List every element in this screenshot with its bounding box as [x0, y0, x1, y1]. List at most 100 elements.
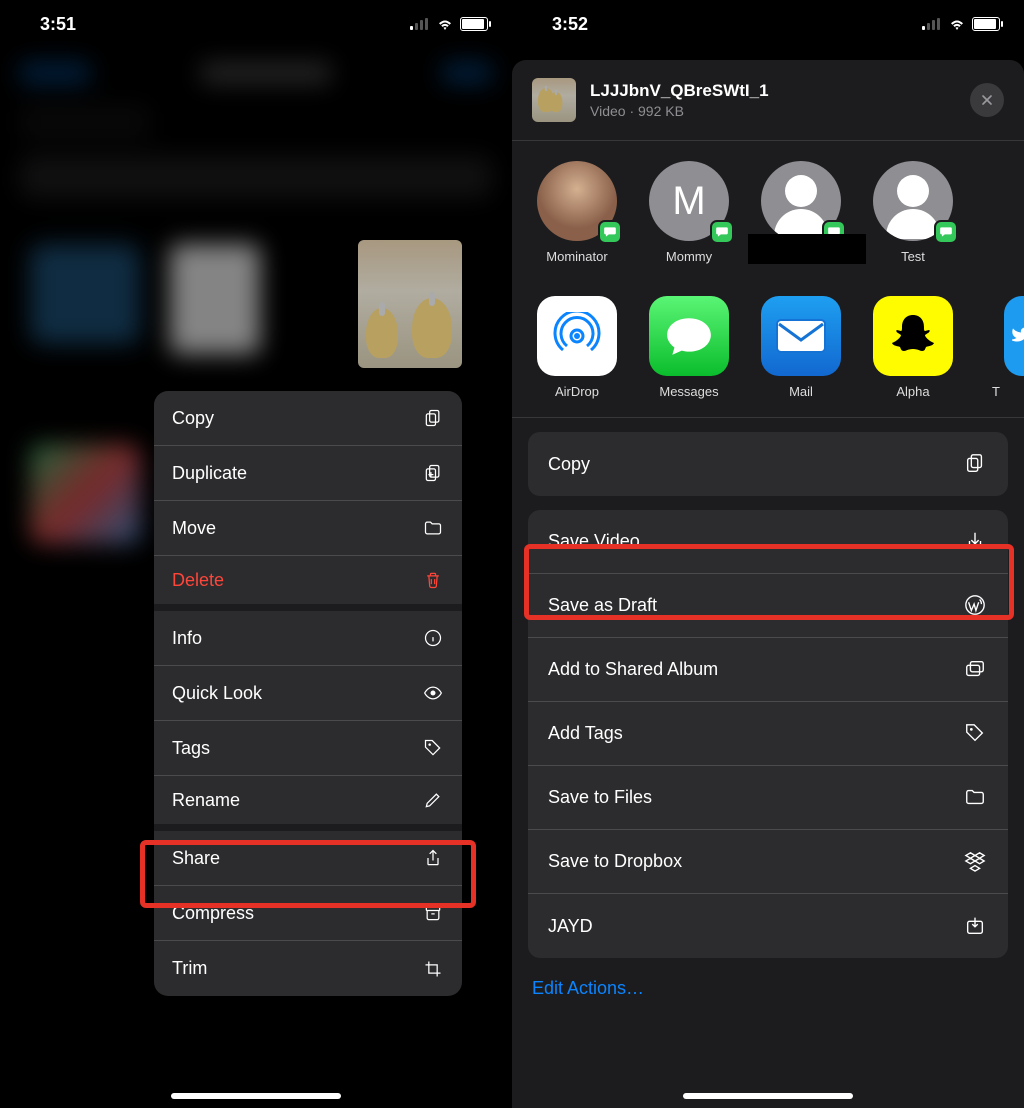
redacted-name [748, 234, 866, 264]
video-thumbnail[interactable] [358, 240, 462, 368]
menu-label: Move [172, 518, 216, 539]
folder-icon [964, 786, 988, 810]
menu-tags[interactable]: Tags [154, 721, 462, 776]
copy-icon [422, 407, 444, 429]
messages-badge-icon [598, 220, 622, 244]
action-label: Add Tags [548, 723, 623, 744]
share-person[interactable]: Mominator [534, 161, 620, 264]
file-subtitle: Video · 992 KB [590, 103, 956, 119]
crop-icon [422, 958, 444, 980]
status-indicators [410, 17, 488, 31]
app-airdrop[interactable]: AirDrop [534, 296, 620, 399]
archive-icon [422, 902, 444, 924]
action-save-dropbox[interactable]: Save to Dropbox [528, 830, 1008, 894]
home-indicator[interactable] [683, 1093, 853, 1099]
app-alpha[interactable]: Alpha [870, 296, 956, 399]
action-label: Save as Draft [548, 595, 657, 616]
menu-trim[interactable]: Trim [154, 941, 462, 996]
folder-icon [422, 517, 444, 539]
wifi-icon [436, 17, 454, 31]
menu-compress[interactable]: Compress [154, 886, 462, 941]
action-label: Save Video [548, 531, 640, 552]
snapchat-icon [873, 296, 953, 376]
home-indicator[interactable] [171, 1093, 341, 1099]
action-label: Copy [548, 454, 590, 475]
menu-duplicate[interactable]: Duplicate [154, 446, 462, 501]
twitter-icon [1004, 296, 1024, 376]
share-sheet: LJJJbnV_QBreSWtI_1 Video · 992 KB Momina… [512, 60, 1024, 1108]
tag-icon [422, 737, 444, 759]
messages-icon [649, 296, 729, 376]
edit-actions-link[interactable]: Edit Actions… [512, 972, 1024, 1005]
tag-icon [964, 722, 988, 746]
menu-label: Info [172, 628, 202, 649]
action-save-video[interactable]: Save Video [528, 510, 1008, 574]
info-icon [422, 627, 444, 649]
menu-label: Quick Look [172, 683, 262, 704]
share-person[interactable]: Test [870, 161, 956, 264]
status-bar: 3:51 [0, 0, 512, 48]
battery-icon [460, 17, 488, 31]
app-name: AirDrop [534, 384, 620, 399]
action-label: Add to Shared Album [548, 659, 718, 680]
wifi-icon [948, 17, 966, 31]
status-indicators [922, 17, 1000, 31]
battery-icon [972, 17, 1000, 31]
menu-quicklook[interactable]: Quick Look [154, 666, 462, 721]
app-name: T [982, 384, 1010, 399]
action-add-tags[interactable]: Add Tags [528, 702, 1008, 766]
share-icon [422, 847, 444, 869]
app-mail[interactable]: Mail [758, 296, 844, 399]
file-name: LJJJbnV_QBreSWtI_1 [590, 81, 956, 101]
menu-label: Share [172, 848, 220, 869]
menu-copy[interactable]: Copy [154, 391, 462, 446]
messages-badge-icon [710, 220, 734, 244]
share-person[interactable] [758, 161, 844, 264]
action-copy[interactable]: Copy [528, 432, 1008, 496]
dropbox-icon [964, 850, 988, 874]
app-twitter-partial[interactable]: T [982, 296, 1010, 399]
status-bar: 3:52 [512, 0, 1024, 48]
share-header: LJJJbnV_QBreSWtI_1 Video · 992 KB [512, 78, 1024, 141]
action-save-files[interactable]: Save to Files [528, 766, 1008, 830]
share-thumbnail [532, 78, 576, 122]
menu-delete[interactable]: Delete [154, 556, 462, 611]
close-button[interactable] [970, 83, 1004, 117]
app-messages[interactable]: Messages [646, 296, 732, 399]
actions-copy-block: Copy [528, 432, 1008, 496]
menu-label: Rename [172, 790, 240, 811]
person-name: Mominator [534, 249, 620, 264]
share-person[interactable]: M Mommy [646, 161, 732, 264]
download-icon [964, 530, 988, 554]
trash-icon [422, 569, 444, 591]
action-save-draft[interactable]: Save as Draft [528, 574, 1008, 638]
action-label: Save to Files [548, 787, 652, 808]
action-jayd[interactable]: JAYD [528, 894, 1008, 958]
app-name: Messages [646, 384, 732, 399]
menu-share[interactable]: Share [154, 831, 462, 886]
wordpress-icon [964, 594, 988, 618]
status-time: 3:52 [552, 14, 588, 35]
signal-icon [410, 18, 430, 30]
action-label: Save to Dropbox [548, 851, 682, 872]
actions-main-block: Save Video Save as Draft Add to Shared A… [528, 510, 1008, 958]
menu-label: Copy [172, 408, 214, 429]
app-name: Alpha [870, 384, 956, 399]
download-box-icon [964, 914, 988, 938]
person-name: Mommy [646, 249, 732, 264]
person-name: Test [870, 249, 956, 264]
share-apps-row: AirDrop Messages Mail Alpha [512, 280, 1024, 418]
signal-icon [922, 18, 942, 30]
action-shared-album[interactable]: Add to Shared Album [528, 638, 1008, 702]
left-phone-screenshot: 3:51 Copy Duplicate Move [0, 0, 512, 1108]
copy-icon [964, 452, 988, 476]
menu-info[interactable]: Info [154, 611, 462, 666]
menu-label: Duplicate [172, 463, 247, 484]
mail-icon [761, 296, 841, 376]
menu-move[interactable]: Move [154, 501, 462, 556]
eye-icon [422, 682, 444, 704]
menu-label: Delete [172, 570, 224, 591]
menu-rename[interactable]: Rename [154, 776, 462, 831]
airdrop-icon [537, 296, 617, 376]
share-people-row: Mominator M Mommy Test [512, 141, 1024, 280]
